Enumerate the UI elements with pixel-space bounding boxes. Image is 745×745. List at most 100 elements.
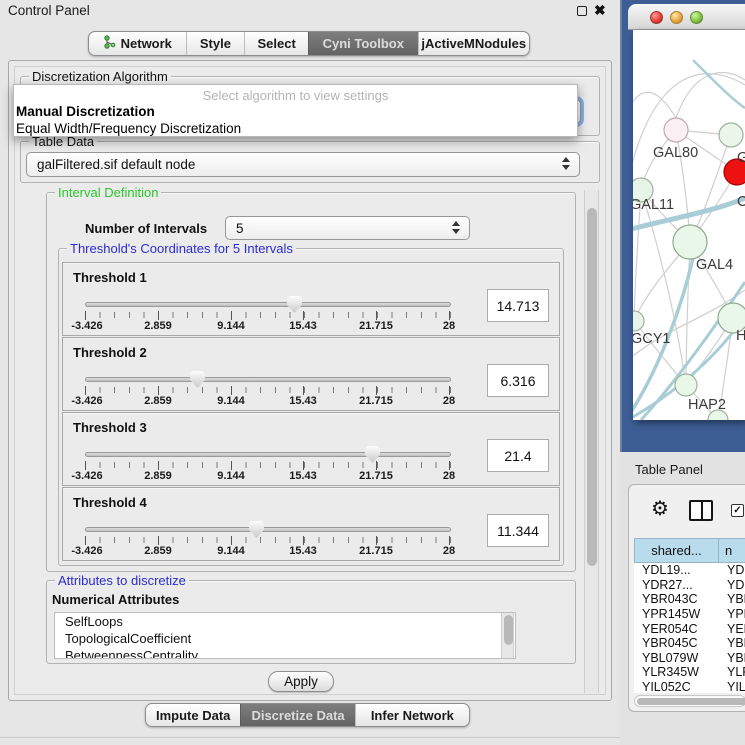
panel-scrollbar[interactable] xyxy=(584,190,599,693)
attributes-scrollbar[interactable] xyxy=(501,613,514,658)
tick-label: 21.715 xyxy=(359,320,393,332)
numerical-attributes-label: Numerical Attributes xyxy=(52,592,179,607)
threshold-row: Threshold 4 -3.426 2.859 9.144 15.43 21.… xyxy=(62,487,560,561)
tick-label: 28 xyxy=(443,545,455,557)
thresholds-group-label: Threshold's Coordinates for 5 Intervals xyxy=(67,241,296,256)
node-partial-top[interactable] xyxy=(719,123,743,147)
node-label: HAP2 xyxy=(688,397,726,413)
tick-label: 15.43 xyxy=(289,395,317,407)
table-row[interactable]: YBR043CYBR0 xyxy=(634,592,745,607)
apply-button[interactable]: Apply xyxy=(268,671,334,692)
table-row[interactable]: YBR045CYBR0 xyxy=(634,636,745,651)
panel-title: Control Panel xyxy=(8,3,90,18)
num-intervals-combo[interactable]: 5 xyxy=(225,216,470,240)
tab-discretize-data[interactable]: Discretize Data xyxy=(240,704,354,726)
tick-label: 9.144 xyxy=(217,320,245,332)
slider-handle-icon[interactable] xyxy=(190,371,205,388)
threshold-label: Threshold 4 xyxy=(73,495,147,510)
minimize-traffic-light-icon[interactable] xyxy=(670,11,683,24)
node-gal4[interactable] xyxy=(673,225,707,259)
list-item[interactable]: BetweennessCentrality xyxy=(55,647,515,659)
tick-label: 28 xyxy=(443,320,455,332)
slider-ticks xyxy=(85,312,451,318)
table-row[interactable]: YDL19...YDL1 xyxy=(634,563,745,578)
top-tab-bar: Network Style Select Cyni Toolbox jActiv… xyxy=(88,31,530,56)
table-row[interactable]: YDR27...YDR2 xyxy=(634,578,745,593)
table-row[interactable]: YIL052CYIL0 xyxy=(634,680,745,693)
network-window-titlebar[interactable] xyxy=(628,4,745,30)
threshold-row: Threshold 3 -3.426 2.859 9.144 15.43 21.… xyxy=(62,412,560,486)
table-header-row: shared... n xyxy=(634,538,745,563)
split-table-icon[interactable] xyxy=(689,500,713,521)
menu-item-manual-discretization[interactable]: Manual Discretization xyxy=(14,103,577,120)
tick-label: 9.144 xyxy=(217,470,245,482)
threshold-value-field[interactable]: 11.344 xyxy=(487,514,549,547)
tab-impute-data[interactable]: Impute Data xyxy=(146,704,240,726)
column-header-shared[interactable]: shared... xyxy=(634,538,719,563)
table-rows: YDL19...YDL1 YDR27...YDR2 YBR043CYBR0 YP… xyxy=(634,563,745,693)
column-header-name[interactable]: n xyxy=(719,538,745,563)
slider-ticks xyxy=(85,537,451,543)
num-intervals-label: Number of Intervals xyxy=(85,221,207,236)
tick-label: 9.144 xyxy=(217,545,245,557)
close-icon[interactable]: ✖ xyxy=(594,2,606,19)
slider-handle-icon[interactable] xyxy=(365,446,380,463)
threshold-label: Threshold 2 xyxy=(73,345,147,360)
slider-handle-icon[interactable] xyxy=(249,521,264,538)
stepper-icon xyxy=(562,157,571,170)
tick-label: 28 xyxy=(443,395,455,407)
node-gcy1[interactable] xyxy=(633,311,644,331)
threshold-value-field[interactable]: 6.316 xyxy=(487,364,549,397)
tick-label: 15.43 xyxy=(289,320,317,332)
threshold-label: Threshold 1 xyxy=(73,270,147,285)
tick-label: 9.144 xyxy=(217,395,245,407)
list-item[interactable]: SelfLoops xyxy=(55,613,515,630)
slider-ticks xyxy=(85,462,451,468)
table-data-value: galFiltered.sif default node xyxy=(37,157,195,172)
tick-label: -3.426 xyxy=(71,545,102,557)
table-data-combo[interactable]: galFiltered.sif default node xyxy=(26,152,580,177)
checkbox-icon[interactable]: ✓ xyxy=(731,504,744,517)
network-icon xyxy=(103,35,116,52)
tick-label: 28 xyxy=(443,470,455,482)
node-label: GA xyxy=(737,150,745,166)
tick-label: 21.715 xyxy=(359,545,393,557)
tick-label: 2.859 xyxy=(144,470,172,482)
close-traffic-light-icon[interactable] xyxy=(650,11,663,24)
tab-infer-network[interactable]: Infer Network xyxy=(355,704,469,726)
tick-label: 2.859 xyxy=(144,545,172,557)
list-item[interactable]: TopologicalCoefficient xyxy=(55,630,515,647)
node-label: GAL80 xyxy=(653,145,698,161)
threshold-value-field[interactable]: 21.4 xyxy=(487,439,549,472)
table-row[interactable]: YPR145WYPR1 xyxy=(634,607,745,622)
slider-handle-icon[interactable] xyxy=(287,296,302,313)
right-column: GAL80 GA C GAL11 GAL4 GCY1 H HAP2 Table … xyxy=(620,0,745,745)
num-intervals-value: 5 xyxy=(236,221,244,236)
tab-style[interactable]: Style xyxy=(186,32,245,55)
zoom-traffic-light-icon[interactable] xyxy=(690,11,703,24)
tab-jactivemnodules[interactable]: jActiveMNodules xyxy=(418,32,530,55)
tab-cyni-toolbox[interactable]: Cyni Toolbox xyxy=(308,32,418,55)
threshold-slider[interactable] xyxy=(85,452,451,457)
network-canvas[interactable]: GAL80 GA C GAL11 GAL4 GCY1 H HAP2 xyxy=(633,30,745,420)
table-row[interactable]: YER054CYER0 xyxy=(634,621,745,636)
tick-label: -3.426 xyxy=(71,395,102,407)
float-window-icon[interactable] xyxy=(577,6,587,16)
threshold-slider[interactable] xyxy=(85,377,451,382)
node-label: H xyxy=(736,328,745,344)
stepper-icon xyxy=(452,221,461,234)
menu-item-equal-width-frequency[interactable]: Equal Width/Frequency Discretization xyxy=(14,120,577,137)
table-row[interactable]: YLR345WYLR3 xyxy=(634,665,745,680)
algorithm-dropdown-popup: Select algorithm to view settings Manual… xyxy=(13,84,578,137)
threshold-slider[interactable] xyxy=(85,527,451,532)
threshold-value-field[interactable]: 14.713 xyxy=(487,289,549,322)
tab-select[interactable]: Select xyxy=(244,32,308,55)
table-horizontal-scrollbar[interactable] xyxy=(634,695,745,707)
node-gal80[interactable] xyxy=(664,118,688,142)
threshold-slider[interactable] xyxy=(85,302,451,307)
table-row[interactable]: YBL079WYBL0 xyxy=(634,651,745,666)
tab-network[interactable]: Network xyxy=(89,32,186,55)
threshold-row: Threshold 1 -3.426 2.859 9.144 15.43 21.… xyxy=(62,262,560,336)
node-hap2[interactable] xyxy=(675,374,697,396)
gear-icon[interactable]: ⚙ xyxy=(651,499,669,519)
